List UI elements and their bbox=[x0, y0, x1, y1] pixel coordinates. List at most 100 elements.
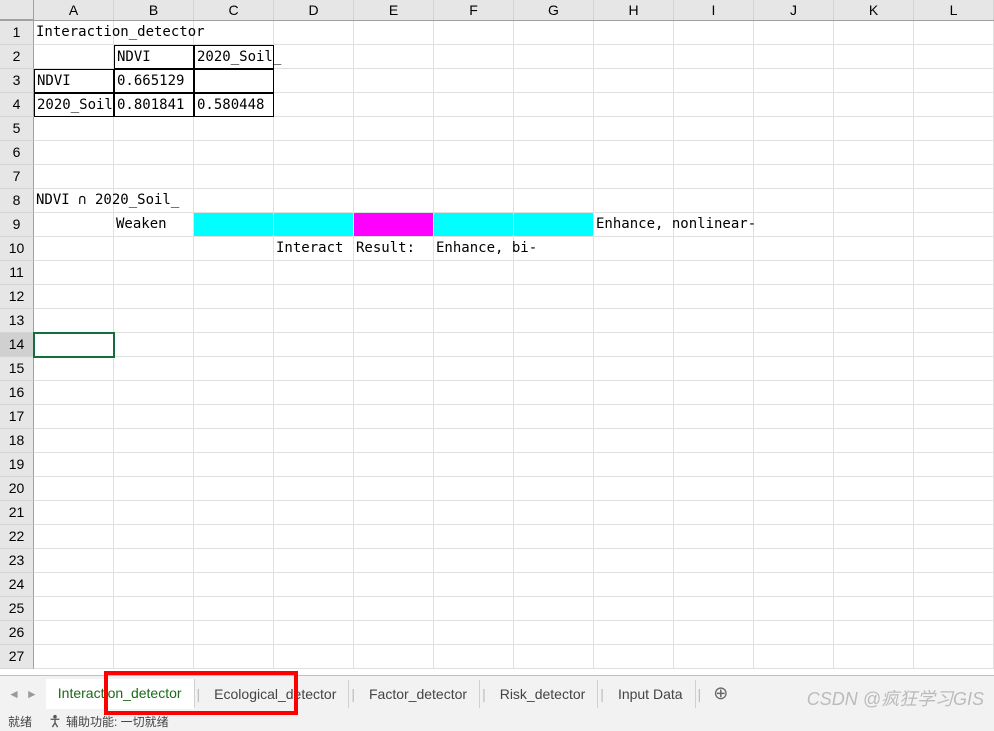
cell-D10[interactable]: Interact bbox=[274, 237, 354, 261]
row-header-19[interactable]: 19 bbox=[0, 453, 34, 477]
cell-C18[interactable] bbox=[194, 429, 274, 453]
cell-L19[interactable] bbox=[914, 453, 994, 477]
cell-E2[interactable] bbox=[354, 45, 434, 69]
cell-E8[interactable] bbox=[354, 189, 434, 213]
cell-J13[interactable] bbox=[754, 309, 834, 333]
cell-A19[interactable] bbox=[34, 453, 114, 477]
cell-E18[interactable] bbox=[354, 429, 434, 453]
cell-B11[interactable] bbox=[114, 261, 194, 285]
row-header-13[interactable]: 13 bbox=[0, 309, 34, 333]
cell-H8[interactable] bbox=[594, 189, 674, 213]
cell-C8[interactable] bbox=[194, 189, 274, 213]
cell-I3[interactable] bbox=[674, 69, 754, 93]
cell-I2[interactable] bbox=[674, 45, 754, 69]
cell-C27[interactable] bbox=[194, 645, 274, 669]
cell-D14[interactable] bbox=[274, 333, 354, 357]
cell-J25[interactable] bbox=[754, 597, 834, 621]
cell-D6[interactable] bbox=[274, 141, 354, 165]
cell-I8[interactable] bbox=[674, 189, 754, 213]
cell-J20[interactable] bbox=[754, 477, 834, 501]
cell-B3[interactable]: 0.665129 bbox=[114, 69, 194, 93]
cell-K3[interactable] bbox=[834, 69, 914, 93]
select-all-corner[interactable] bbox=[0, 0, 34, 20]
cell-J4[interactable] bbox=[754, 93, 834, 117]
row-header-25[interactable]: 25 bbox=[0, 597, 34, 621]
cell-K4[interactable] bbox=[834, 93, 914, 117]
cell-L26[interactable] bbox=[914, 621, 994, 645]
cell-B7[interactable] bbox=[114, 165, 194, 189]
cell-F5[interactable] bbox=[434, 117, 514, 141]
cell-J10[interactable] bbox=[754, 237, 834, 261]
cell-K10[interactable] bbox=[834, 237, 914, 261]
cell-A11[interactable] bbox=[34, 261, 114, 285]
cell-H18[interactable] bbox=[594, 429, 674, 453]
cell-L4[interactable] bbox=[914, 93, 994, 117]
cell-I7[interactable] bbox=[674, 165, 754, 189]
cell-C10[interactable] bbox=[194, 237, 274, 261]
cell-G4[interactable] bbox=[514, 93, 594, 117]
cell-K2[interactable] bbox=[834, 45, 914, 69]
cell-C14[interactable] bbox=[194, 333, 274, 357]
cell-A2[interactable] bbox=[34, 45, 114, 69]
cell-J11[interactable] bbox=[754, 261, 834, 285]
cell-L14[interactable] bbox=[914, 333, 994, 357]
cell-F25[interactable] bbox=[434, 597, 514, 621]
cell-K21[interactable] bbox=[834, 501, 914, 525]
cell-D1[interactable] bbox=[274, 21, 354, 45]
cell-K14[interactable] bbox=[834, 333, 914, 357]
col-header-I[interactable]: I bbox=[674, 0, 754, 20]
cell-H21[interactable] bbox=[594, 501, 674, 525]
cell-I1[interactable] bbox=[674, 21, 754, 45]
cell-D25[interactable] bbox=[274, 597, 354, 621]
row-header-6[interactable]: 6 bbox=[0, 141, 34, 165]
cell-B14[interactable] bbox=[114, 333, 194, 357]
cell-G15[interactable] bbox=[514, 357, 594, 381]
cell-I21[interactable] bbox=[674, 501, 754, 525]
cell-I17[interactable] bbox=[674, 405, 754, 429]
cell-B10[interactable] bbox=[114, 237, 194, 261]
cell-D7[interactable] bbox=[274, 165, 354, 189]
cell-D18[interactable] bbox=[274, 429, 354, 453]
cell-J27[interactable] bbox=[754, 645, 834, 669]
cell-E16[interactable] bbox=[354, 381, 434, 405]
cell-H10[interactable] bbox=[594, 237, 674, 261]
cell-G6[interactable] bbox=[514, 141, 594, 165]
cell-H22[interactable] bbox=[594, 525, 674, 549]
cell-F19[interactable] bbox=[434, 453, 514, 477]
cell-A14[interactable] bbox=[34, 333, 114, 357]
cell-E19[interactable] bbox=[354, 453, 434, 477]
cell-I16[interactable] bbox=[674, 381, 754, 405]
cell-F12[interactable] bbox=[434, 285, 514, 309]
cell-K25[interactable] bbox=[834, 597, 914, 621]
cell-L25[interactable] bbox=[914, 597, 994, 621]
cell-B15[interactable] bbox=[114, 357, 194, 381]
cell-L13[interactable] bbox=[914, 309, 994, 333]
cell-E20[interactable] bbox=[354, 477, 434, 501]
cell-K6[interactable] bbox=[834, 141, 914, 165]
cell-H7[interactable] bbox=[594, 165, 674, 189]
cell-G14[interactable] bbox=[514, 333, 594, 357]
cell-F27[interactable] bbox=[434, 645, 514, 669]
cell-E27[interactable] bbox=[354, 645, 434, 669]
col-header-D[interactable]: D bbox=[274, 0, 354, 20]
cell-K5[interactable] bbox=[834, 117, 914, 141]
cell-G16[interactable] bbox=[514, 381, 594, 405]
cell-A13[interactable] bbox=[34, 309, 114, 333]
cell-I12[interactable] bbox=[674, 285, 754, 309]
cell-B21[interactable] bbox=[114, 501, 194, 525]
cell-K16[interactable] bbox=[834, 381, 914, 405]
col-header-C[interactable]: C bbox=[194, 0, 274, 20]
cell-B23[interactable] bbox=[114, 549, 194, 573]
cell-F9[interactable] bbox=[434, 213, 514, 237]
cell-J17[interactable] bbox=[754, 405, 834, 429]
cell-H1[interactable] bbox=[594, 21, 674, 45]
cell-C12[interactable] bbox=[194, 285, 274, 309]
cell-J8[interactable] bbox=[754, 189, 834, 213]
cell-G20[interactable] bbox=[514, 477, 594, 501]
cell-A10[interactable] bbox=[34, 237, 114, 261]
cell-J18[interactable] bbox=[754, 429, 834, 453]
row-header-18[interactable]: 18 bbox=[0, 429, 34, 453]
cell-D26[interactable] bbox=[274, 621, 354, 645]
cell-L22[interactable] bbox=[914, 525, 994, 549]
cell-H14[interactable] bbox=[594, 333, 674, 357]
